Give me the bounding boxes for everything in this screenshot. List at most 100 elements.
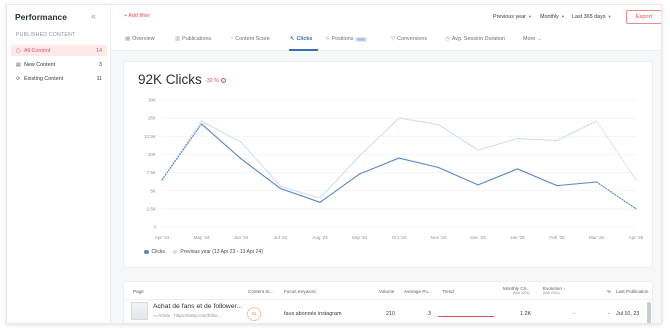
- document-icon: ▤: [16, 61, 21, 68]
- page-title-link[interactable]: Achat de fans et de follower...: [153, 303, 242, 310]
- percent-value: -: [608, 311, 610, 317]
- x-tick-label: Nov '24: [431, 235, 447, 240]
- grid-icon: ▦: [125, 36, 131, 42]
- cursor-icon: ↖: [290, 36, 295, 42]
- all-content-icon: ▢: [16, 47, 21, 54]
- column-header-volume[interactable]: Volume: [379, 289, 394, 294]
- previous-year-data-point: [595, 120, 598, 122]
- sidebar-item-label: New Content: [24, 61, 56, 68]
- x-tick-label: Jul '24: [274, 235, 288, 240]
- column-header-average-position[interactable]: Average Po...: [404, 289, 432, 294]
- clicks-data-point: [398, 157, 400, 159]
- previous-year-data-point: [240, 141, 242, 143]
- compare-period-select[interactable]: Previous year ▼: [493, 14, 532, 20]
- export-button[interactable]: Export: [626, 10, 661, 24]
- header-sub: (Mar 2024): [543, 291, 560, 295]
- focus-keyword: faux abonnés instagram: [284, 311, 342, 317]
- tab-conversions[interactable]: ▽ Conversions: [391, 36, 427, 42]
- monthly-clicks-value: 1.2K: [520, 311, 532, 317]
- x-tick-label: Aug '24: [312, 235, 328, 240]
- vertical-scrollbar[interactable]: [647, 302, 651, 323]
- content-table: Page Content Sc.. Focus Keyword Volume A…: [123, 281, 654, 323]
- sidebar-item-all-content[interactable]: ▢ All Content 14: [11, 45, 107, 56]
- info-icon[interactable]: i: [220, 78, 226, 83]
- sidebar-section-label: PUBLISHED CONTENT: [16, 32, 76, 38]
- clicks-data-point: [477, 184, 479, 186]
- sidebar-item-label: Existing Content: [24, 75, 64, 82]
- metric-tabs: ▦ Overview ▥ Publications ◔ Content Score ↖…: [111, 29, 661, 51]
- column-header-trend[interactable]: Trend: [442, 289, 454, 294]
- tab-clicks[interactable]: ↖ Clicks: [290, 36, 312, 42]
- previous-year-series-segment: [398, 117, 439, 126]
- legend-swatch: [172, 249, 178, 255]
- previous-year-data-point: [358, 155, 361, 157]
- trend-sparkline: [438, 316, 494, 318]
- clicks-data-point: [240, 158, 242, 160]
- gauge-icon: ◔: [230, 36, 234, 42]
- clicks-series-segment: [437, 166, 479, 186]
- sidebar: Performance « PUBLISHED CONTENT ▢ All Co…: [7, 5, 111, 323]
- previous-year-series-segment: [517, 137, 558, 142]
- refresh-icon: ⟳: [16, 75, 21, 82]
- legend-label: Clicks: [151, 249, 165, 255]
- clicks-chart-card: 0 2.5K 5K 7.5K 10K 12.5K 15K 18K Apr '24 May '24 J…: [123, 61, 653, 268]
- sort-icon: ↓: [563, 286, 566, 291]
- last-publication-value: Jul 10, 23: [616, 311, 640, 317]
- x-tick-label: Mar '25: [589, 235, 605, 240]
- previous-year-data-point: [319, 197, 321, 199]
- chevron-down-icon: ▼: [527, 14, 532, 19]
- clicks-series-segment: [319, 173, 361, 203]
- column-header-content-score[interactable]: Content Sc..: [248, 289, 273, 294]
- collapse-sidebar-icon[interactable]: «: [91, 11, 96, 21]
- column-header-last-publication[interactable]: Last Publication: [616, 289, 648, 294]
- article-icon: ▭: [153, 313, 158, 318]
- page-type: Article: [158, 313, 171, 318]
- tab-content-score[interactable]: ◔ Content Score: [230, 36, 270, 42]
- tab-overview[interactable]: ▦ Overview: [125, 36, 155, 42]
- granularity-value: Monthly: [540, 14, 559, 20]
- previous-year-series-segment: [359, 117, 400, 157]
- y-tick-label: 15K: [148, 116, 157, 121]
- previous-year-data-point: [556, 140, 558, 142]
- legend-item-previous-year[interactable]: Previous year (13 Apr 23 - 13 Apr 24): [172, 249, 263, 255]
- divider: [124, 299, 654, 300]
- sidebar-item-count: 11: [96, 75, 102, 82]
- previous-year-series-segment: [161, 120, 202, 181]
- previous-year-series-segment: [201, 120, 242, 143]
- funnel-icon: ▽: [391, 36, 396, 42]
- previous-year-series-segment: [438, 124, 479, 151]
- evolution-value: -: [573, 311, 575, 317]
- clicks-data-point: [161, 179, 163, 181]
- legend-item-clicks[interactable]: Clicks: [144, 249, 165, 255]
- sidebar-item-existing-content[interactable]: ⟳ Existing Content 11: [11, 73, 107, 84]
- column-header-focus-keyword[interactable]: Focus Keyword: [284, 289, 316, 294]
- previous-year-series-segment: [477, 137, 518, 151]
- previous-year-data-point: [437, 124, 440, 126]
- clicks-data-point: [279, 187, 282, 190]
- column-header-page[interactable]: Page: [133, 289, 144, 294]
- tab-positions[interactable]: ∿ Positions Beta: [325, 36, 367, 42]
- tab-more[interactable]: More ⌄: [523, 36, 544, 42]
- sidebar-item-count: 3: [99, 61, 102, 68]
- column-header-monthly-clicks[interactable]: Monthly Cli... (Mar 2025): [503, 286, 530, 295]
- volume-value: 210: [386, 311, 395, 317]
- tab-label: Avg. Session Duration: [451, 36, 505, 42]
- page-url[interactable]: https://smtp.com/fr/blo...: [174, 313, 221, 318]
- sidebar-item-new-content[interactable]: ▤ New Content 3: [11, 59, 107, 70]
- granularity-select[interactable]: Monthly ▼: [540, 14, 565, 20]
- tab-avg-session-duration[interactable]: ◷ Avg. Session Duration: [445, 36, 505, 42]
- column-header-percent[interactable]: %: [607, 289, 611, 294]
- clicks-data-point: [200, 123, 203, 125]
- clicks-delta: -32 % i: [205, 78, 226, 84]
- content-score-badge: 31: [247, 307, 261, 321]
- date-range-value: Last 365 days: [572, 14, 606, 20]
- sidebar-title: Performance: [15, 12, 67, 22]
- compare-period-value: Previous year: [493, 14, 526, 20]
- add-filter-button[interactable]: + Add filter: [124, 13, 150, 19]
- date-range-select[interactable]: Last 365 days ▼: [572, 14, 612, 20]
- column-header-evolution[interactable]: Evolution ↓ (Mar 2024): [543, 286, 565, 295]
- tab-publications[interactable]: ▥ Publications: [175, 36, 211, 42]
- x-tick-label: Apr '25: [629, 235, 644, 240]
- y-tick-label: 18K: [148, 98, 157, 103]
- x-tick-label: Apr '24: [155, 235, 170, 240]
